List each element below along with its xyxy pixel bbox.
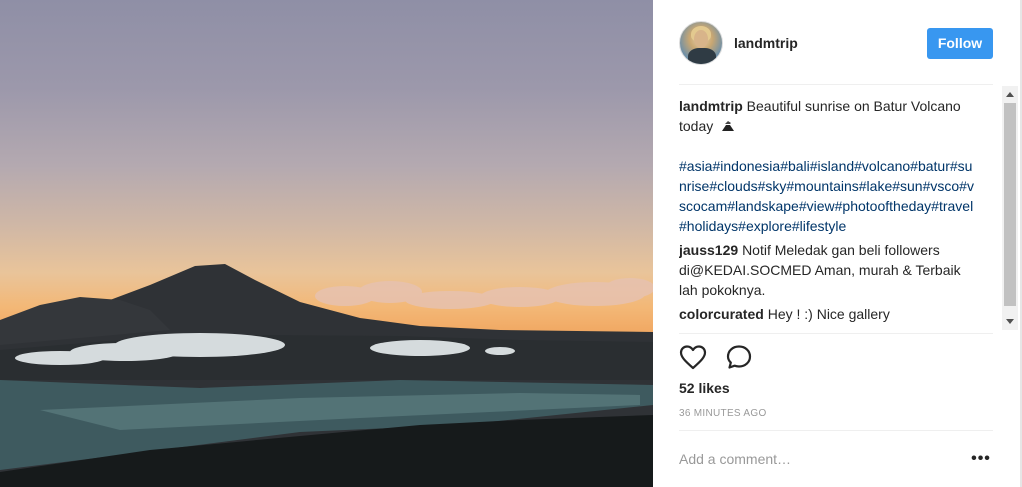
- comment-item: jauss129 Notif Meledak gan beli follower…: [679, 240, 977, 300]
- heart-icon: [679, 345, 707, 370]
- caption: landmtrip Beautiful sunrise on Batur Vol…: [679, 96, 977, 236]
- comments-list: landmtrip Beautiful sunrise on Batur Vol…: [679, 96, 977, 332]
- post-photo[interactable]: [0, 0, 653, 487]
- comment-text: Hey ! :) Nice gallery: [767, 306, 890, 322]
- add-comment-form: •••: [679, 447, 993, 471]
- scrollbar-thumb[interactable]: [1004, 103, 1016, 306]
- comment-username-link[interactable]: jauss129: [679, 242, 738, 258]
- scroll-up-arrow-icon[interactable]: [1006, 92, 1014, 97]
- add-comment-input[interactable]: [679, 447, 969, 471]
- comment-item: colorcurated Hey ! :) Nice gallery: [679, 304, 977, 324]
- follow-button[interactable]: Follow: [927, 27, 993, 59]
- comments-divider: [679, 333, 993, 334]
- post-details-panel: landmtrip Follow landmtrip Beautiful sun…: [653, 0, 1022, 487]
- more-options-button[interactable]: •••: [969, 447, 993, 471]
- like-button[interactable]: [679, 344, 707, 370]
- username-link[interactable]: landmtrip: [734, 35, 798, 51]
- post-header: landmtrip Follow: [679, 20, 993, 66]
- post-actions: [679, 343, 753, 371]
- avatar[interactable]: [679, 21, 723, 65]
- likes-count[interactable]: 52 likes: [679, 380, 730, 396]
- comment-bubble-icon: [726, 345, 752, 369]
- header-divider: [679, 84, 993, 85]
- volcano-sunrise-image: [0, 264, 653, 487]
- caption-hashtags[interactable]: #asia#indonesia#bali#island#volcano#batu…: [679, 156, 977, 236]
- caption-username-link[interactable]: landmtrip: [679, 98, 743, 114]
- footer-divider: [679, 430, 993, 431]
- comment-username-link[interactable]: colorcurated: [679, 306, 764, 322]
- comment-button[interactable]: [725, 344, 753, 370]
- post-timestamp[interactable]: 36 MINUTES AGO: [679, 408, 767, 419]
- scroll-down-arrow-icon[interactable]: [1006, 319, 1014, 324]
- comments-scrollbar[interactable]: [1002, 86, 1018, 330]
- volcano-emoji-icon: [722, 121, 735, 131]
